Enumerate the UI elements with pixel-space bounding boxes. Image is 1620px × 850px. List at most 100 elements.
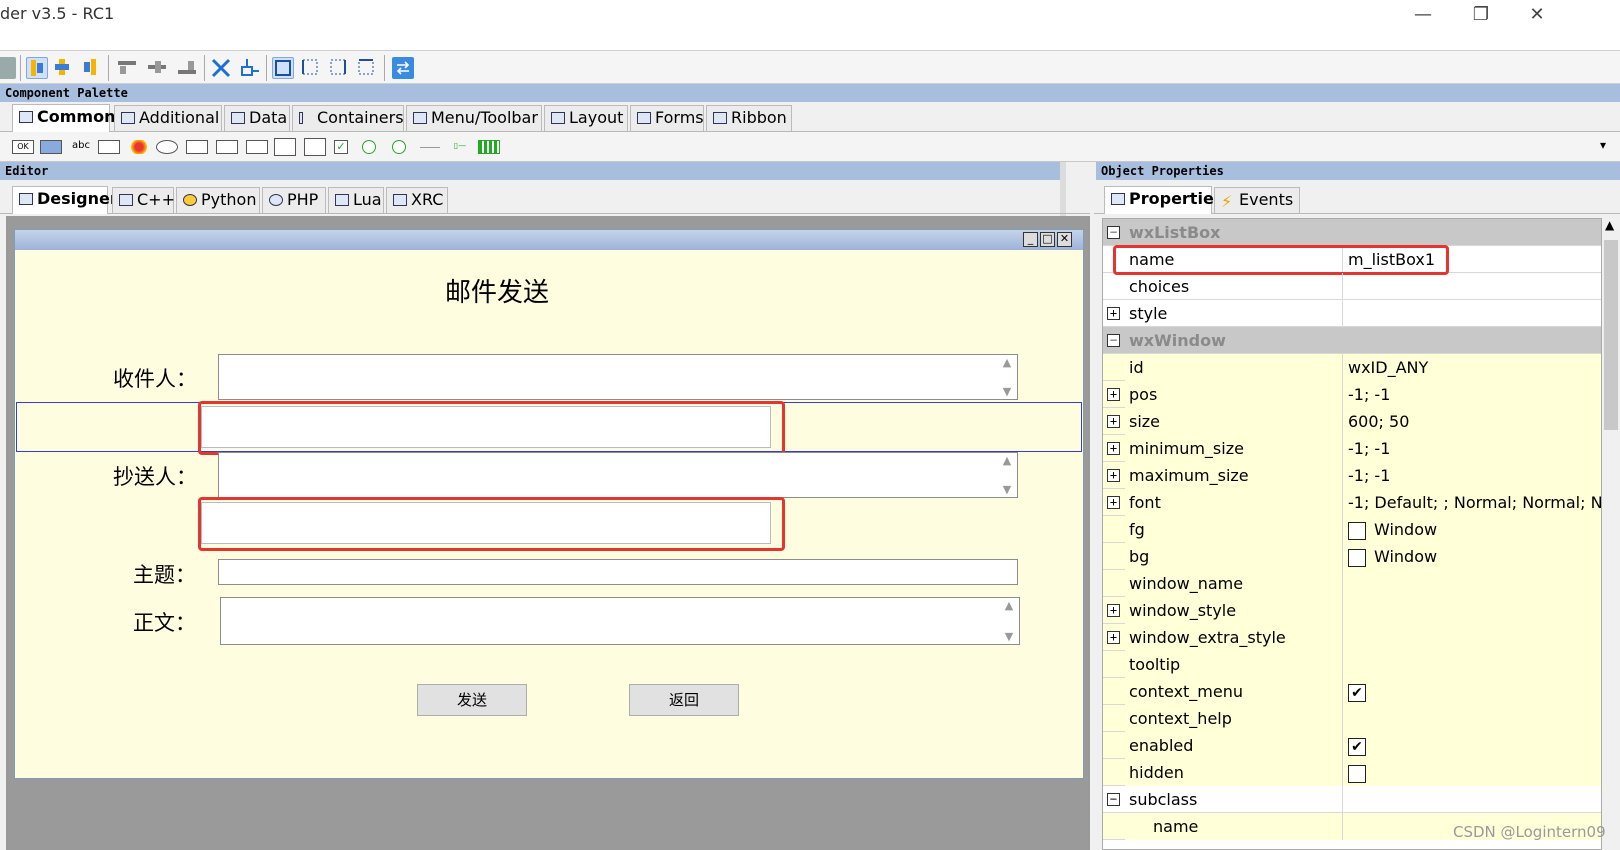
stretch-icon[interactable] <box>238 57 260 79</box>
radio-box-icon[interactable] <box>392 140 406 154</box>
expand-icon[interactable]: + <box>1107 631 1120 644</box>
tab-cpp[interactable]: C++ <box>112 187 175 213</box>
align-bottom-icon[interactable] <box>176 57 198 79</box>
property-row[interactable]: tooltip <box>1103 651 1601 678</box>
property-value[interactable] <box>1343 273 1601 300</box>
checkbox[interactable]: ✔ <box>1348 737 1366 756</box>
property-row[interactable]: − subclass <box>1103 786 1601 813</box>
body-input[interactable]: ▲ ▼ <box>220 597 1020 645</box>
scroll-up-icon[interactable]: ▲ <box>999 454 1015 467</box>
collapse-icon[interactable]: − <box>1107 226 1120 239</box>
property-row[interactable]: + style <box>1103 300 1601 327</box>
border-left-icon[interactable] <box>300 57 322 79</box>
property-row[interactable]: + window_extra_style <box>1103 624 1601 651</box>
border-all-icon[interactable] <box>272 57 294 79</box>
expand-icon[interactable] <box>210 57 232 79</box>
cc-input[interactable]: ▲ ▼ <box>218 452 1018 498</box>
property-value[interactable]: wxID_ANY <box>1343 354 1601 381</box>
property-row[interactable]: + font -1; Default; ; Normal; Normal; Not <box>1103 489 1601 516</box>
minimize-button[interactable]: — <box>1408 2 1438 28</box>
property-row[interactable]: bg Window <box>1103 543 1601 570</box>
align-center-icon[interactable] <box>52 57 74 79</box>
tab-ribbon[interactable]: Ribbon <box>706 105 792 131</box>
align-middle-icon[interactable] <box>146 57 168 79</box>
tab-designer[interactable]: Designer <box>12 186 118 214</box>
collapse-icon[interactable]: − <box>1107 334 1120 347</box>
bitmap-button-icon[interactable] <box>40 140 62 154</box>
subject-input[interactable] <box>218 559 1018 585</box>
checkbox-icon[interactable]: ✓ <box>334 140 348 154</box>
list-icon[interactable] <box>216 140 238 154</box>
bitmap-icon[interactable] <box>128 140 150 154</box>
gauge-icon[interactable] <box>478 140 500 154</box>
scroll-down-icon[interactable]: ▼ <box>999 483 1015 496</box>
color-swatch[interactable] <box>1348 521 1366 540</box>
scroll-up-icon[interactable]: ▲ <box>1001 599 1017 612</box>
grid-icon[interactable] <box>304 138 326 156</box>
scroll-up-icon[interactable]: ▲ <box>999 356 1015 369</box>
expand-icon[interactable]: + <box>1107 442 1120 455</box>
property-value[interactable]: ✔ <box>1343 678 1601 705</box>
gear-icon[interactable] <box>0 57 16 79</box>
expand-icon[interactable]: + <box>1107 388 1120 401</box>
chevron-down-icon[interactable]: ▾ <box>1600 138 1606 152</box>
tab-xrc[interactable]: XRC <box>386 187 448 213</box>
property-row[interactable]: fg Window <box>1103 516 1601 543</box>
property-value[interactable]: Window <box>1343 543 1601 570</box>
category-wxwindow[interactable]: − wxWindow <box>1103 327 1601 354</box>
property-value[interactable] <box>1343 786 1601 813</box>
expand-icon[interactable]: + <box>1107 307 1120 320</box>
property-row[interactable]: context_help <box>1103 705 1601 732</box>
combo-icon[interactable] <box>156 140 178 154</box>
property-row[interactable]: hidden <box>1103 759 1601 786</box>
property-row[interactable]: window_name <box>1103 570 1601 597</box>
back-button[interactable]: 返回 <box>629 684 739 716</box>
scroll-down-icon[interactable]: ▼ <box>999 385 1015 398</box>
property-value[interactable] <box>1343 570 1601 597</box>
align-top-icon[interactable] <box>116 57 138 79</box>
checkbox[interactable] <box>1348 764 1366 783</box>
restore-button[interactable]: ❐ <box>1466 2 1496 28</box>
collapse-icon[interactable]: − <box>1107 793 1120 806</box>
expand-icon[interactable]: + <box>1107 469 1120 482</box>
property-value[interactable]: Window <box>1343 516 1601 543</box>
swap-icon[interactable] <box>392 57 414 79</box>
ok-button-icon[interactable]: OK <box>12 140 34 154</box>
property-value[interactable] <box>1343 759 1601 786</box>
property-row[interactable]: context_menu ✔ <box>1103 678 1601 705</box>
property-value[interactable] <box>1343 300 1601 327</box>
property-value[interactable] <box>1343 651 1601 678</box>
scroll-down-icon[interactable]: ▼ <box>1001 630 1017 643</box>
listbox-icon[interactable] <box>274 138 296 156</box>
property-row[interactable]: + pos -1; -1 <box>1103 381 1601 408</box>
expand-icon[interactable]: + <box>1107 496 1120 509</box>
property-row[interactable]: id wxID_ANY <box>1103 354 1601 381</box>
line-icon[interactable] <box>420 147 440 148</box>
tab-common[interactable]: Common <box>12 104 115 132</box>
tab-events[interactable]: ⚡ Events <box>1214 187 1300 213</box>
scroll-up-icon[interactable]: ▲ <box>1605 218 1614 232</box>
property-row[interactable]: + size 600; 50 <box>1103 408 1601 435</box>
checkbox[interactable]: ✔ <box>1348 683 1366 702</box>
property-row[interactable]: choices <box>1103 273 1601 300</box>
property-value[interactable] <box>1343 705 1601 732</box>
radio-icon[interactable] <box>362 140 376 154</box>
tab-layout[interactable]: Layout <box>544 105 628 131</box>
property-value[interactable]: -1; Default; ; Normal; Normal; Not <box>1343 489 1601 516</box>
tab-additional[interactable]: Additional <box>114 105 222 131</box>
properties-scrollbar[interactable]: ▲ <box>1602 218 1620 850</box>
choice-icon[interactable] <box>186 140 208 154</box>
tab-containers[interactable]: Containers <box>292 105 404 131</box>
static-text-icon[interactable]: abc <box>70 140 92 154</box>
property-value[interactable]: 600; 50 <box>1343 408 1601 435</box>
to-input[interactable]: ▲ ▼ <box>218 354 1018 400</box>
tab-lua[interactable]: Lua <box>328 187 384 213</box>
align-right-icon[interactable] <box>80 57 102 79</box>
property-row[interactable]: + maximum_size -1; -1 <box>1103 462 1601 489</box>
color-swatch[interactable] <box>1348 548 1366 567</box>
property-row[interactable]: enabled ✔ <box>1103 732 1601 759</box>
tab-data[interactable]: Data <box>224 105 290 131</box>
property-value[interactable]: -1; -1 <box>1343 462 1601 489</box>
send-button[interactable]: 发送 <box>417 684 527 716</box>
property-value[interactable]: -1; -1 <box>1343 435 1601 462</box>
